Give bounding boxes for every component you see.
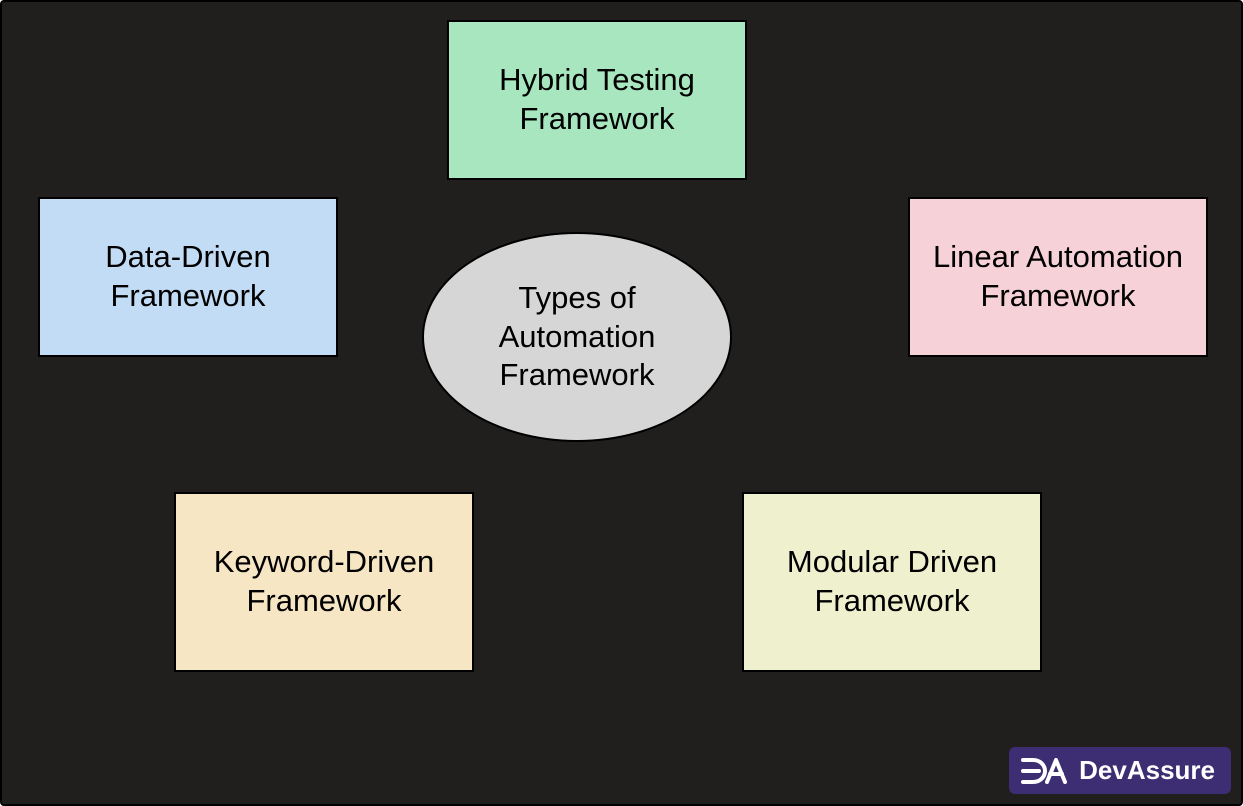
node-data-driven: Data-Driven Framework	[38, 197, 338, 357]
node-linear-automation: Linear Automation Framework	[908, 197, 1208, 357]
node-modular-driven: Modular Driven Framework	[742, 492, 1042, 672]
node-label: Hybrid Testing Framework	[467, 61, 727, 139]
center-node-label: Types of Automation Framework	[442, 279, 712, 395]
node-hybrid-testing: Hybrid Testing Framework	[447, 20, 747, 180]
center-node-types-of-automation: Types of Automation Framework	[422, 232, 732, 442]
node-label: Linear Automation Framework	[928, 238, 1188, 316]
node-label: Keyword-Driven Framework	[194, 543, 454, 621]
brand-logo-icon	[1021, 756, 1069, 786]
node-label: Data-Driven Framework	[58, 238, 318, 316]
node-keyword-driven: Keyword-Driven Framework	[174, 492, 474, 672]
brand-name: DevAssure	[1079, 755, 1215, 786]
diagram-canvas: Types of Automation Framework Hybrid Tes…	[0, 0, 1243, 806]
brand-watermark: DevAssure	[1009, 747, 1231, 794]
node-label: Modular Driven Framework	[762, 543, 1022, 621]
